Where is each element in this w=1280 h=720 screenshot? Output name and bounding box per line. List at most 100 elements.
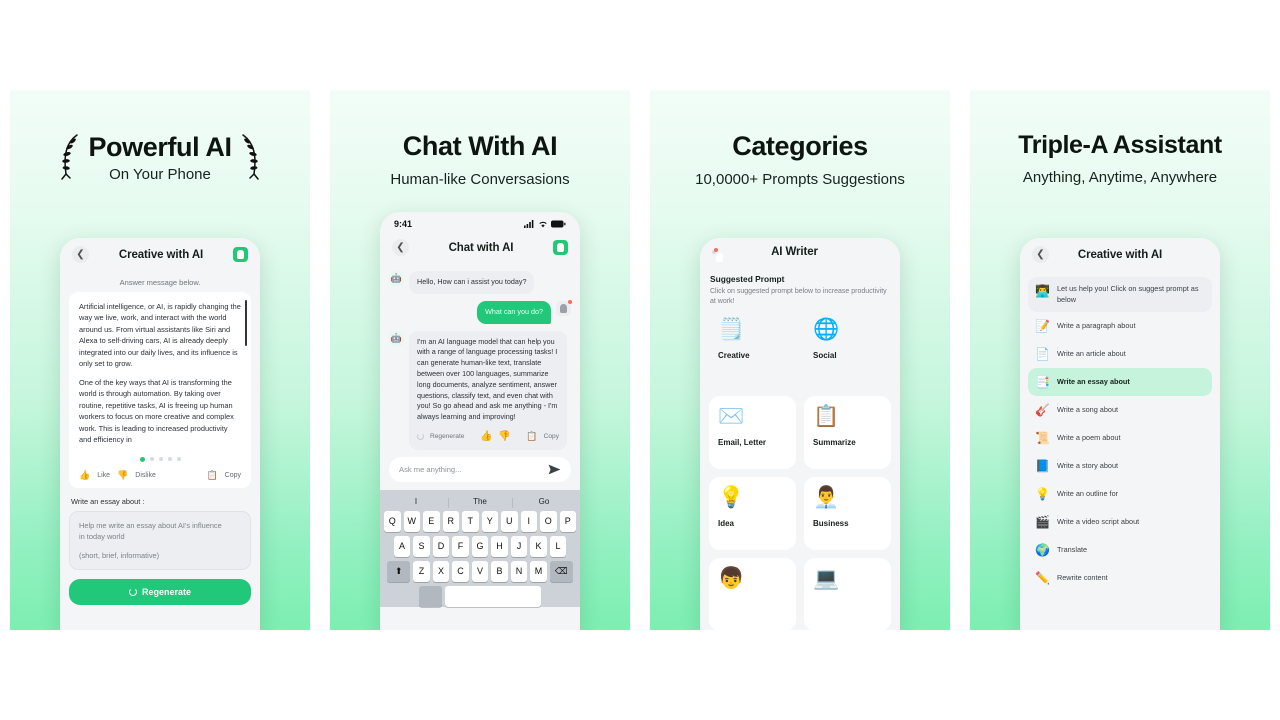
page-dots (79, 453, 241, 467)
list-item[interactable]: 📝 Write a paragraph about (1028, 312, 1212, 340)
page-dot-active[interactable] (139, 456, 145, 462)
key[interactable]: W (403, 510, 420, 532)
regenerate-button[interactable]: Regenerate (69, 579, 251, 606)
copy-icon[interactable]: 📋 (526, 430, 537, 444)
category-card[interactable]: 🌐 Social (804, 315, 891, 388)
space-key[interactable] (445, 585, 541, 607)
key[interactable]: N (510, 560, 528, 582)
copy-icon[interactable]: 📋 (206, 470, 217, 481)
page-dot[interactable] (167, 456, 172, 461)
page-dot[interactable] (158, 456, 163, 461)
prediction-3[interactable]: Go (512, 497, 576, 508)
backspace-icon[interactable]: ⌫ (549, 560, 573, 582)
prompt-label: Write a paragraph about (1056, 320, 1136, 330)
numbers-key[interactable] (419, 585, 442, 607)
send-icon[interactable] (548, 464, 561, 475)
key[interactable]: M (530, 560, 547, 582)
phone-mockup-3: AI Writer Suggested Prompt Click on sugg… (700, 238, 900, 630)
thumbs-up-icon[interactable]: 👍 (480, 429, 492, 444)
list-item[interactable]: 💡 Write an outline for (1028, 480, 1212, 508)
category-card[interactable]: 💻 (804, 558, 891, 630)
category-icon: 🗒️ (718, 318, 745, 342)
key[interactable]: Q (384, 510, 401, 532)
category-card[interactable]: 💡 Idea (709, 477, 796, 551)
key[interactable]: G (471, 535, 489, 557)
bot-badge-icon[interactable] (233, 247, 248, 262)
key[interactable]: I (520, 510, 537, 532)
dislike-label[interactable]: Dislike (135, 472, 156, 479)
chevron-left-icon[interactable]: ❮ (72, 246, 89, 263)
hint-row: 👨‍💻 Let us help you! Click on suggest pr… (1028, 277, 1212, 313)
prompt-label: Write an outline for (1056, 488, 1119, 498)
list-item[interactable]: 📄 Write an article about (1028, 340, 1212, 368)
thumbs-down-icon[interactable]: 👎 (498, 429, 510, 444)
key[interactable]: Y (481, 510, 498, 532)
regenerate-label: Regenerate (141, 587, 192, 598)
key[interactable]: X (432, 560, 450, 582)
key[interactable]: Z (413, 560, 430, 582)
prompt-input[interactable]: Help me write an essay about AI's influe… (69, 510, 251, 571)
list-item-selected[interactable]: 📑 Write an essay about (1028, 368, 1212, 397)
category-icon: 🌐 (813, 318, 840, 342)
bubble-text: What can you do? (477, 300, 551, 324)
prompt-label: Write a poem about (1056, 432, 1121, 442)
refresh-icon[interactable] (417, 432, 424, 440)
page-dot[interactable] (149, 456, 154, 461)
key[interactable]: R (442, 510, 459, 532)
chat-input-bar[interactable]: Ask me anything... (389, 456, 571, 482)
list-item[interactable]: 🎸 Write a song about (1028, 396, 1212, 424)
prediction-2[interactable]: The (448, 497, 512, 508)
key[interactable]: T (462, 510, 479, 532)
chevron-left-icon[interactable]: ❮ (392, 239, 409, 256)
panel3-title: Categories (732, 131, 868, 161)
category-card[interactable]: 🗒️ Creative (709, 315, 796, 388)
key[interactable]: S (413, 535, 430, 557)
key[interactable]: O (540, 510, 557, 532)
shift-icon[interactable]: ⬆ (387, 560, 411, 582)
category-card[interactable]: 📋 Summarize (804, 396, 891, 470)
list-item[interactable]: 🎬 Write a video script about (1028, 508, 1212, 536)
bot-badge-icon[interactable] (552, 240, 568, 255)
category-card[interactable]: 👦 (709, 558, 796, 630)
key[interactable]: C (452, 560, 469, 582)
list-item[interactable]: 📜 Write a poem about (1028, 424, 1212, 452)
thumbs-up-icon[interactable]: 👍 (79, 470, 90, 481)
copy-label[interactable]: Copy (544, 432, 559, 442)
key[interactable]: E (423, 510, 440, 532)
panel1-subtitle: On Your Phone (109, 166, 211, 184)
like-label[interactable]: Like (97, 472, 110, 479)
list-item[interactable]: 📘 Write a story about (1028, 452, 1212, 480)
page-dot[interactable] (176, 456, 181, 461)
onscreen-keyboard[interactable]: I The Go Q W E R T Y U I O P A S D F G H… (380, 489, 580, 607)
category-card[interactable]: ✉️ Email, Letter (709, 396, 796, 470)
hint-icon: 👨‍💻 (1035, 284, 1050, 298)
chevron-left-icon[interactable]: ❮ (1032, 246, 1049, 263)
key[interactable]: U (501, 510, 518, 532)
prediction-1[interactable]: I (384, 497, 448, 506)
list-item[interactable]: 🌍 Translate (1028, 536, 1212, 564)
bot-badge-icon[interactable] (712, 248, 723, 262)
key[interactable]: K (530, 535, 547, 557)
copy-label[interactable]: Copy (225, 472, 241, 479)
prompt-label: Rewrite content (1056, 572, 1108, 582)
key[interactable]: L (549, 535, 567, 557)
regenerate-label[interactable]: Regenerate (430, 432, 464, 442)
key[interactable]: V (471, 560, 489, 582)
suggested-prompt-header: Suggested Prompt Click on suggested prom… (700, 267, 900, 311)
category-card[interactable]: 👨‍💼 Business (804, 477, 891, 551)
prompt-icon: 💡 (1035, 487, 1050, 502)
scrollbar[interactable] (245, 300, 247, 346)
key[interactable]: A (393, 535, 411, 557)
refresh-icon (128, 588, 137, 597)
key[interactable]: P (559, 510, 576, 532)
key[interactable]: F (452, 535, 469, 557)
key[interactable]: B (491, 560, 508, 582)
panel3-subtitle: 10,0000+ Prompts Suggestions (695, 170, 905, 188)
list-item[interactable]: ✏️ Rewrite content (1028, 564, 1212, 592)
prompt-icon: 🌍 (1035, 543, 1050, 558)
thumbs-down-icon[interactable]: 👎 (117, 470, 128, 481)
key[interactable]: J (510, 535, 528, 557)
key[interactable]: H (491, 535, 508, 557)
key[interactable]: D (432, 535, 450, 557)
bot-avatar-icon: 🤖 (389, 330, 404, 346)
